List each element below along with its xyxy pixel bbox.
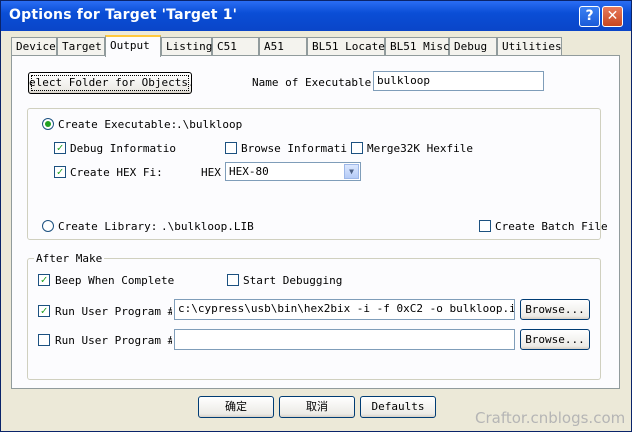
cancel-button[interactable]: 取消 [279, 396, 355, 418]
create-batch-checkbox[interactable] [479, 220, 491, 232]
tab-utilities[interactable]: Utilities [497, 37, 562, 55]
tab-device[interactable]: Device [11, 37, 57, 55]
create-executable-label: Create Executable: [58, 118, 178, 131]
window-title: Options for Target 'Target 1' [9, 7, 238, 23]
tab-listing[interactable]: Listing [161, 37, 212, 55]
browse-info-checkbox[interactable] [225, 142, 237, 154]
tab-debug[interactable]: Debug [449, 37, 497, 55]
run-user-program-2-field[interactable] [174, 329, 515, 350]
tab-c51[interactable]: C51 [212, 37, 259, 55]
hex-format-label: HEX [201, 166, 221, 179]
run-user-program-1-checkbox[interactable]: ✓ [38, 305, 50, 317]
tab-bl51-locate[interactable]: BL51 Locate [307, 37, 385, 55]
hex-format-value: HEX-80 [229, 165, 269, 178]
library-path: .\bulkloop.LIB [161, 220, 254, 233]
tab-bl51-misc[interactable]: BL51 Misc [385, 37, 450, 55]
executable-name-label: Name of Executable: [252, 76, 378, 89]
start-debugging-label: Start Debugging [243, 274, 343, 287]
defaults-button[interactable]: Defaults [360, 396, 436, 418]
browse-2-button[interactable]: Browse... [520, 329, 590, 350]
output-panel: elect Folder for Objects... Name of Exec… [11, 55, 620, 389]
beep-label: Beep When Complete [55, 274, 175, 287]
merge32k-label: Merge32K Hexfile [367, 142, 473, 155]
create-hex-label: Create HEX Fi: [70, 166, 163, 179]
hex-format-select[interactable]: HEX-80 ▼ [225, 162, 361, 181]
tab-a51[interactable]: A51 [259, 37, 307, 55]
debug-info-label: Debug Informatio [70, 142, 176, 155]
create-hex-checkbox[interactable]: ✓ [54, 166, 66, 178]
create-executable-radio[interactable] [42, 118, 54, 130]
debug-info-checkbox[interactable]: ✓ [54, 142, 66, 154]
options-dialog: Options for Target 'Target 1' ? ✕ Device… [0, 0, 632, 432]
run-user-program-2-checkbox[interactable] [38, 334, 50, 346]
title-bar: Options for Target 'Target 1' ? ✕ [1, 1, 631, 31]
tab-output[interactable]: Output [105, 35, 161, 57]
tab-target[interactable]: Target [57, 37, 105, 55]
executable-path: .\bulkloop [176, 118, 243, 131]
create-library-radio[interactable] [42, 220, 54, 232]
chevron-down-icon[interactable]: ▼ [344, 164, 359, 179]
create-batch-label: Create Batch File [495, 220, 608, 233]
beep-checkbox[interactable]: ✓ [38, 274, 50, 286]
executable-name-field[interactable]: bulkloop [373, 71, 544, 91]
browse-info-label: Browse Informati [241, 142, 347, 155]
create-library-label: Create Library: [58, 220, 158, 233]
browse-1-button[interactable]: Browse... [520, 299, 590, 320]
run-user-program-2-label: Run User Program #2 [55, 334, 172, 347]
start-debugging-checkbox[interactable] [227, 274, 239, 286]
ok-button[interactable]: 确定 [198, 396, 274, 418]
watermark: Craftor.cnblogs.com [475, 409, 626, 427]
run-user-program-1-field[interactable]: c:\cypress\usb\bin\hex2bix -i -f 0xC2 -o… [174, 299, 515, 320]
help-icon[interactable]: ? [579, 6, 600, 27]
merge32k-checkbox[interactable] [351, 142, 363, 154]
close-icon[interactable]: ✕ [602, 6, 623, 27]
after-make-title: After Make [34, 252, 105, 265]
select-folder-button[interactable]: elect Folder for Objects... [28, 72, 192, 94]
run-user-program-1-label: Run User Program #1 [55, 305, 172, 318]
